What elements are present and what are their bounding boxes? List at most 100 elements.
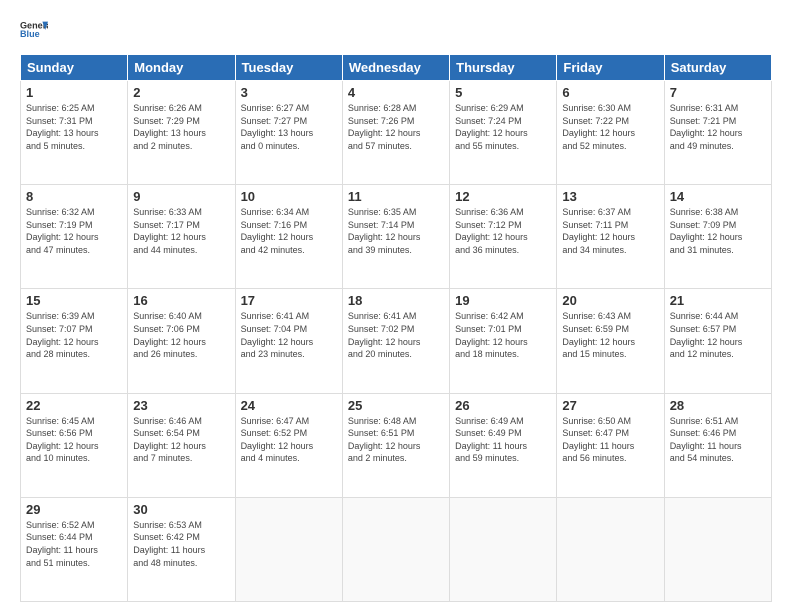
day-info: Sunrise: 6:45 AM Sunset: 6:56 PM Dayligh…	[26, 415, 122, 465]
calendar-table: SundayMondayTuesdayWednesdayThursdayFrid…	[20, 54, 772, 602]
day-number: 26	[455, 398, 551, 413]
day-number: 10	[241, 189, 337, 204]
day-number: 27	[562, 398, 658, 413]
header-day-thursday: Thursday	[450, 55, 557, 81]
day-number: 14	[670, 189, 766, 204]
day-number: 21	[670, 293, 766, 308]
calendar-cell: 22 Sunrise: 6:45 AM Sunset: 6:56 PM Dayli…	[21, 393, 128, 497]
day-number: 18	[348, 293, 444, 308]
day-number: 28	[670, 398, 766, 413]
day-number: 22	[26, 398, 122, 413]
calendar-week-1: 8Sunrise: 6:32 AM Sunset: 7:19 PM Daylig…	[21, 185, 772, 289]
calendar-cell: 18 Sunrise: 6:41 AM Sunset: 7:02 PM Dayli…	[342, 289, 449, 393]
calendar-cell: 4 Sunrise: 6:28 AM Sunset: 7:26 PM Daylig…	[342, 81, 449, 185]
calendar-cell: 6 Sunrise: 6:30 AM Sunset: 7:22 PM Daylig…	[557, 81, 664, 185]
calendar-cell	[235, 497, 342, 601]
calendar-cell: 15Sunrise: 6:39 AM Sunset: 7:07 PM Dayli…	[21, 289, 128, 393]
day-number: 11	[348, 189, 444, 204]
day-info: Sunrise: 6:28 AM Sunset: 7:26 PM Dayligh…	[348, 102, 444, 152]
day-info: Sunrise: 6:50 AM Sunset: 6:47 PM Dayligh…	[562, 415, 658, 465]
calendar-cell: 19Sunrise: 6:42 AM Sunset: 7:01 PM Dayli…	[450, 289, 557, 393]
calendar-cell: 25 Sunrise: 6:48 AM Sunset: 6:51 PM Dayli…	[342, 393, 449, 497]
day-info: Sunrise: 6:32 AM Sunset: 7:19 PM Dayligh…	[26, 206, 122, 256]
day-number: 24	[241, 398, 337, 413]
calendar-week-3: 22 Sunrise: 6:45 AM Sunset: 6:56 PM Dayli…	[21, 393, 772, 497]
day-info: Sunrise: 6:33 AM Sunset: 7:17 PM Dayligh…	[133, 206, 229, 256]
calendar-header-row: SundayMondayTuesdayWednesdayThursdayFrid…	[21, 55, 772, 81]
calendar-cell: 28 Sunrise: 6:51 AM Sunset: 6:46 PM Dayli…	[664, 393, 771, 497]
calendar-cell: 8Sunrise: 6:32 AM Sunset: 7:19 PM Daylig…	[21, 185, 128, 289]
logo-icon: General Blue	[20, 16, 48, 44]
calendar-cell: 11 Sunrise: 6:35 AM Sunset: 7:14 PM Dayli…	[342, 185, 449, 289]
calendar-cell: 20Sunrise: 6:43 AM Sunset: 6:59 PM Dayli…	[557, 289, 664, 393]
calendar-week-4: 29 Sunrise: 6:52 AM Sunset: 6:44 PM Dayli…	[21, 497, 772, 601]
calendar-week-2: 15Sunrise: 6:39 AM Sunset: 7:07 PM Dayli…	[21, 289, 772, 393]
calendar-cell: 10Sunrise: 6:34 AM Sunset: 7:16 PM Dayli…	[235, 185, 342, 289]
day-info: Sunrise: 6:41 AM Sunset: 7:02 PM Dayligh…	[348, 310, 444, 360]
day-info: Sunrise: 6:25 AM Sunset: 7:31 PM Dayligh…	[26, 102, 122, 152]
calendar-cell	[664, 497, 771, 601]
day-info: Sunrise: 6:46 AM Sunset: 6:54 PM Dayligh…	[133, 415, 229, 465]
day-number: 12	[455, 189, 551, 204]
day-info: Sunrise: 6:51 AM Sunset: 6:46 PM Dayligh…	[670, 415, 766, 465]
calendar-cell	[557, 497, 664, 601]
day-info: Sunrise: 6:49 AM Sunset: 6:49 PM Dayligh…	[455, 415, 551, 465]
day-number: 13	[562, 189, 658, 204]
page: General Blue SundayMondayTuesdayWednesda…	[0, 0, 792, 612]
calendar-week-0: 1 Sunrise: 6:25 AM Sunset: 7:31 PM Daylig…	[21, 81, 772, 185]
calendar-cell	[450, 497, 557, 601]
day-info: Sunrise: 6:31 AM Sunset: 7:21 PM Dayligh…	[670, 102, 766, 152]
day-info: Sunrise: 6:30 AM Sunset: 7:22 PM Dayligh…	[562, 102, 658, 152]
day-number: 1	[26, 85, 122, 100]
day-number: 15	[26, 293, 122, 308]
day-number: 2	[133, 85, 229, 100]
day-number: 29	[26, 502, 122, 517]
day-number: 4	[348, 85, 444, 100]
day-info: Sunrise: 6:48 AM Sunset: 6:51 PM Dayligh…	[348, 415, 444, 465]
calendar-cell: 21 Sunrise: 6:44 AM Sunset: 6:57 PM Dayli…	[664, 289, 771, 393]
day-info: Sunrise: 6:40 AM Sunset: 7:06 PM Dayligh…	[133, 310, 229, 360]
day-info: Sunrise: 6:29 AM Sunset: 7:24 PM Dayligh…	[455, 102, 551, 152]
calendar-cell: 5 Sunrise: 6:29 AM Sunset: 7:24 PM Daylig…	[450, 81, 557, 185]
day-info: Sunrise: 6:47 AM Sunset: 6:52 PM Dayligh…	[241, 415, 337, 465]
calendar-cell: 30Sunrise: 6:53 AM Sunset: 6:42 PM Dayli…	[128, 497, 235, 601]
header-day-sunday: Sunday	[21, 55, 128, 81]
calendar-cell: 26 Sunrise: 6:49 AM Sunset: 6:49 PM Dayli…	[450, 393, 557, 497]
day-info: Sunrise: 6:52 AM Sunset: 6:44 PM Dayligh…	[26, 519, 122, 569]
calendar-cell	[342, 497, 449, 601]
day-number: 9	[133, 189, 229, 204]
calendar-cell: 24 Sunrise: 6:47 AM Sunset: 6:52 PM Dayli…	[235, 393, 342, 497]
calendar-cell: 3Sunrise: 6:27 AM Sunset: 7:27 PM Daylig…	[235, 81, 342, 185]
calendar-cell: 2 Sunrise: 6:26 AM Sunset: 7:29 PM Daylig…	[128, 81, 235, 185]
calendar-cell: 23 Sunrise: 6:46 AM Sunset: 6:54 PM Dayli…	[128, 393, 235, 497]
header-day-wednesday: Wednesday	[342, 55, 449, 81]
header-day-monday: Monday	[128, 55, 235, 81]
day-number: 25	[348, 398, 444, 413]
day-number: 5	[455, 85, 551, 100]
day-number: 17	[241, 293, 337, 308]
day-number: 7	[670, 85, 766, 100]
calendar-cell: 9 Sunrise: 6:33 AM Sunset: 7:17 PM Daylig…	[128, 185, 235, 289]
header-day-saturday: Saturday	[664, 55, 771, 81]
calendar-cell: 16 Sunrise: 6:40 AM Sunset: 7:06 PM Dayli…	[128, 289, 235, 393]
calendar-cell: 7 Sunrise: 6:31 AM Sunset: 7:21 PM Daylig…	[664, 81, 771, 185]
calendar-cell: 17 Sunrise: 6:41 AM Sunset: 7:04 PM Dayli…	[235, 289, 342, 393]
day-info: Sunrise: 6:26 AM Sunset: 7:29 PM Dayligh…	[133, 102, 229, 152]
day-info: Sunrise: 6:41 AM Sunset: 7:04 PM Dayligh…	[241, 310, 337, 360]
calendar-cell: 13Sunrise: 6:37 AM Sunset: 7:11 PM Dayli…	[557, 185, 664, 289]
day-number: 6	[562, 85, 658, 100]
calendar-cell: 14Sunrise: 6:38 AM Sunset: 7:09 PM Dayli…	[664, 185, 771, 289]
day-number: 3	[241, 85, 337, 100]
calendar-cell: 12Sunrise: 6:36 AM Sunset: 7:12 PM Dayli…	[450, 185, 557, 289]
day-number: 23	[133, 398, 229, 413]
header-day-friday: Friday	[557, 55, 664, 81]
day-info: Sunrise: 6:42 AM Sunset: 7:01 PM Dayligh…	[455, 310, 551, 360]
day-info: Sunrise: 6:35 AM Sunset: 7:14 PM Dayligh…	[348, 206, 444, 256]
day-number: 16	[133, 293, 229, 308]
day-info: Sunrise: 6:53 AM Sunset: 6:42 PM Dayligh…	[133, 519, 229, 569]
calendar-cell: 29 Sunrise: 6:52 AM Sunset: 6:44 PM Dayli…	[21, 497, 128, 601]
header: General Blue	[20, 16, 772, 44]
day-info: Sunrise: 6:43 AM Sunset: 6:59 PM Dayligh…	[562, 310, 658, 360]
day-info: Sunrise: 6:44 AM Sunset: 6:57 PM Dayligh…	[670, 310, 766, 360]
calendar-cell: 1 Sunrise: 6:25 AM Sunset: 7:31 PM Daylig…	[21, 81, 128, 185]
